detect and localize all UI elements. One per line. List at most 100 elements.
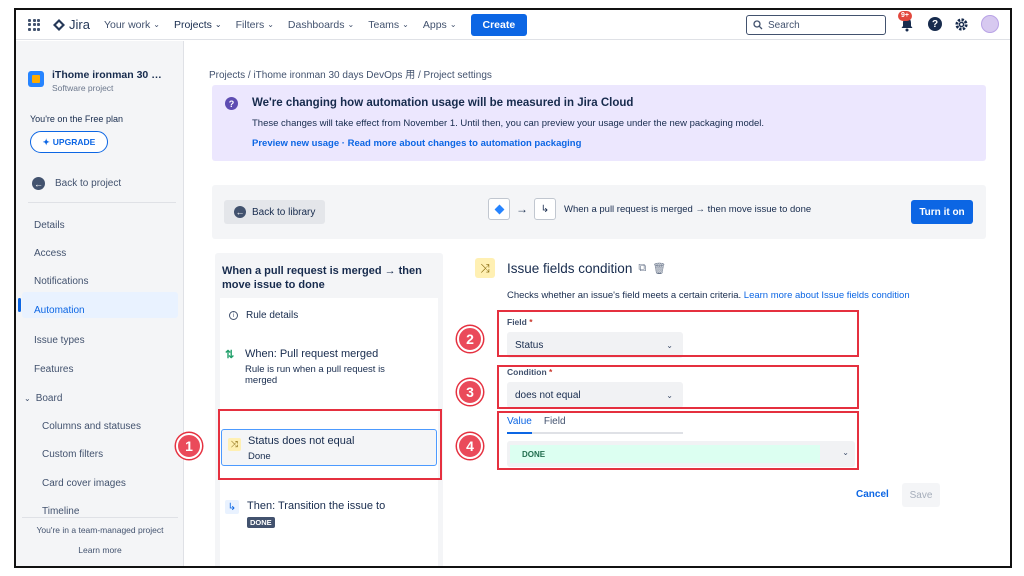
nav-teams[interactable]: Teams ⌄	[368, 19, 409, 31]
nav-projects[interactable]: Projects ⌄	[174, 19, 222, 31]
search-input[interactable]: Search	[746, 15, 886, 35]
search-placeholder: Search	[768, 19, 800, 31]
jira-logo[interactable]: Jira	[52, 17, 90, 32]
upgrade-button[interactable]: ✦ UPGRADE	[30, 131, 108, 153]
cancel-button[interactable]: Cancel	[856, 489, 889, 500]
rule-flow-text: When a pull request is merged → then mov…	[564, 203, 812, 215]
nav-label: Projects	[173, 18, 212, 31]
chevron-down-icon: ⌄	[24, 394, 31, 403]
sidebar-item-card-cover-images[interactable]: Card cover images	[42, 478, 126, 489]
back-to-project-label: Back to project	[55, 178, 122, 189]
rule-details-label: Rule details	[246, 310, 299, 321]
info-icon: i	[229, 311, 238, 320]
sidebar-item-details[interactable]: Details	[34, 220, 65, 231]
nav-label: Filters	[235, 18, 265, 31]
sidebar-item-columns-statuses[interactable]: Columns and statuses	[42, 421, 141, 432]
help-icon[interactable]: ?	[928, 17, 942, 31]
plan-text: You're on the Free plan	[30, 114, 123, 124]
board-label: Board	[35, 393, 63, 404]
arrow-left-icon: ←	[32, 177, 45, 190]
search-icon	[753, 20, 763, 30]
project-icon	[28, 71, 44, 87]
rule-builder-header: ← Back to library → ↳ When a pull reques…	[212, 185, 986, 239]
read-more-link[interactable]: Read more about changes to automation pa…	[348, 138, 582, 149]
banner-links: Preview new usage · Read more about chan…	[252, 138, 581, 149]
banner-text: These changes will take effect from Nove…	[252, 118, 765, 129]
sidebar-item-features[interactable]: Features	[34, 364, 73, 375]
chevron-down-icon: ⌄	[347, 20, 355, 29]
nav-apps[interactable]: Apps ⌄	[423, 19, 457, 31]
back-to-project-link[interactable]: ← Back to project	[32, 177, 121, 190]
sidebar-item-access[interactable]: Access	[34, 248, 66, 259]
gear-icon[interactable]	[954, 17, 969, 32]
back-to-library-button[interactable]: ← Back to library	[224, 200, 326, 224]
trigger-component[interactable]: ⇅ When: Pull request merged Rule is run …	[225, 348, 415, 386]
screenshot-frame: Jira Your work ⌄ Projects ⌄ Filters ⌄ Dashb…	[14, 8, 1012, 568]
project-sidebar: iThome ironman 30 da... Software project…	[16, 41, 184, 566]
annotation-box-1	[218, 409, 442, 480]
info-banner: ? We're changing how automation usage wi…	[212, 85, 986, 161]
editor-description: Checks whether an issue's field meets a …	[507, 289, 927, 303]
transition-icon: ↳	[225, 500, 239, 514]
sidebar-item-automation[interactable]: Automation	[34, 305, 85, 316]
annotation-number-4: 4	[457, 433, 483, 459]
chevron-down-icon: ⌄	[449, 20, 457, 29]
condition-shuffle-icon: ⤨	[475, 258, 495, 278]
project-name: iThome ironman 30 da...	[52, 69, 162, 81]
sidebar-item-issue-types[interactable]: Issue types	[34, 335, 85, 346]
top-navigation: Jira Your work ⌄ Projects ⌄ Filters ⌄ Dashb…	[16, 10, 1010, 40]
sidebar-item-timeline[interactable]: Timeline	[42, 506, 79, 517]
project-type: Software project	[52, 83, 114, 93]
divider	[28, 202, 176, 203]
notifications-button[interactable]: 9+	[898, 11, 916, 33]
nav-label: Apps	[422, 18, 447, 31]
question-icon: ?	[225, 97, 238, 110]
project-header[interactable]: iThome ironman 30 da... Software project	[28, 69, 162, 93]
nav-label: Teams	[368, 18, 400, 31]
create-button[interactable]: Create	[470, 13, 528, 36]
annotation-number-3: 3	[457, 379, 483, 405]
notification-badge: 9+	[898, 11, 912, 21]
save-button[interactable]: Save	[902, 483, 940, 507]
sidebar-item-notifications[interactable]: Notifications	[34, 276, 88, 287]
rule-details-item[interactable]: i Rule details	[229, 310, 298, 321]
trigger-title: When: Pull request merged	[245, 348, 379, 360]
trigger-description: Rule is run when a pull request is merge…	[245, 364, 385, 386]
sidebar-item-board[interactable]: ⌄ Board	[24, 393, 62, 404]
editor-title: Issue fields condition	[507, 260, 633, 276]
nav-label: Dashboards	[287, 18, 345, 31]
chevron-down-icon: ⌄	[402, 20, 409, 29]
sidebar-item-custom-filters[interactable]: Custom filters	[42, 449, 103, 460]
annotation-box-2	[497, 310, 859, 357]
annotation-box-3	[497, 365, 859, 409]
nav-your-work[interactable]: Your work ⌄	[104, 19, 160, 31]
arrow-left-icon: ←	[234, 206, 246, 218]
user-avatar[interactable]	[981, 15, 999, 33]
rule-title: When a pull request is merged → then mov…	[222, 265, 422, 291]
action-title: Then: Transition the issue to	[247, 500, 386, 512]
jira-logo-icon	[53, 18, 65, 31]
app-switcher-icon[interactable]	[28, 18, 40, 31]
action-component[interactable]: ↳ Then: Transition the issue to DONE	[225, 500, 385, 528]
sparkle-icon: ✦	[42, 136, 50, 147]
divider	[22, 517, 178, 518]
annotation-box-4	[497, 411, 859, 470]
transition-icon: ↳	[534, 198, 556, 220]
link-separator: ·	[339, 138, 348, 149]
trigger-icon	[488, 198, 510, 220]
preview-usage-link[interactable]: Preview new usage	[252, 138, 339, 149]
learn-more-issue-fields-link[interactable]: Learn more about Issue fields condition	[744, 290, 910, 301]
breadcrumb[interactable]: Projects / iThome ironman 30 days DevOps…	[209, 66, 492, 81]
turn-it-on-button[interactable]: Turn it on	[911, 200, 973, 224]
nav-label: Your work	[103, 18, 151, 31]
nav-dashboards[interactable]: Dashboards ⌄	[288, 19, 354, 31]
learn-more-link[interactable]: Learn more	[16, 545, 184, 555]
annotation-number-1: 1	[176, 433, 202, 459]
trash-icon[interactable]: 🗑	[652, 262, 666, 275]
pull-request-icon: ⇅	[225, 349, 235, 361]
editor-desc-text: Checks whether an issue's field meets a …	[507, 290, 742, 301]
copy-icon[interactable]: ⧉	[638, 262, 646, 275]
chevron-down-icon: ⌄	[267, 20, 274, 29]
annotation-number-2: 2	[457, 326, 483, 352]
nav-filters[interactable]: Filters ⌄	[236, 19, 274, 31]
